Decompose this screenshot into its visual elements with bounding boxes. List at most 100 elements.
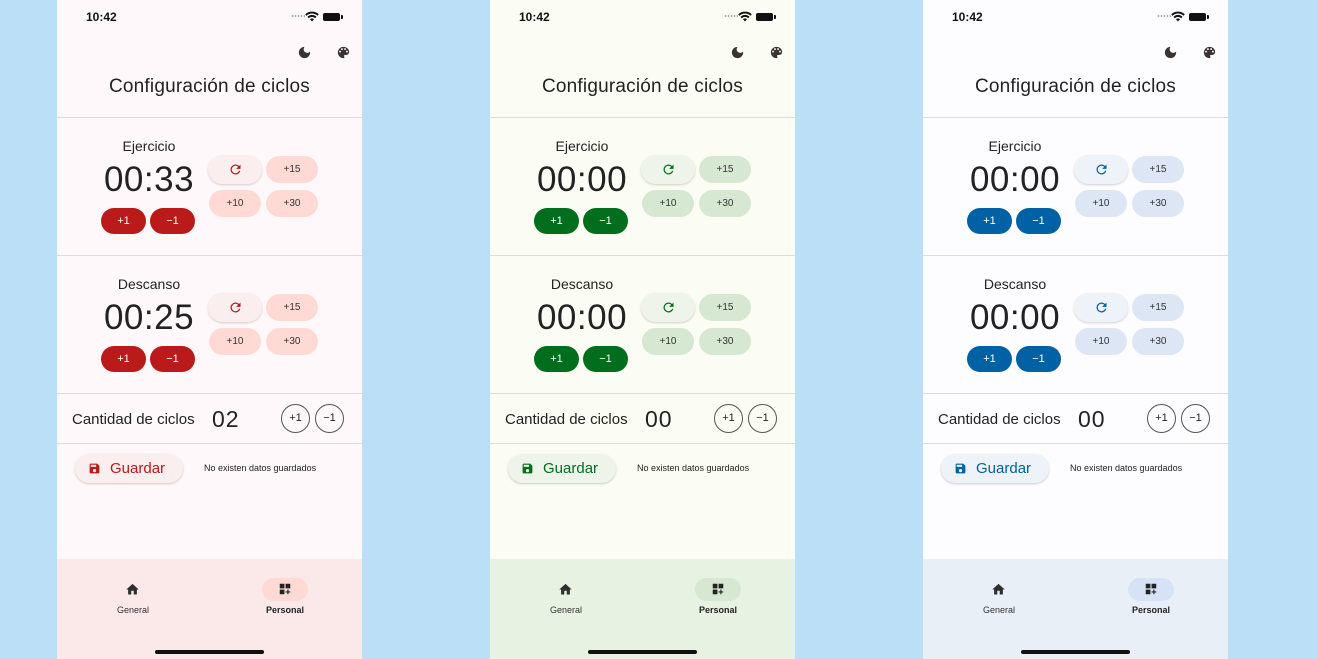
exercise-time: 00:00 — [969, 160, 1061, 199]
dashboard-customize-icon — [712, 583, 724, 595]
rest-plus-fifteen-button[interactable]: +15 — [699, 294, 751, 321]
cycles-minus-button[interactable]: −1 — [1181, 404, 1210, 433]
rest-minus-one-button[interactable]: −1 — [583, 346, 628, 372]
exercise-plus-ten-button[interactable]: +10 — [642, 190, 694, 217]
moon-icon[interactable] — [297, 45, 312, 60]
divider — [490, 443, 795, 444]
rest-plus-ten-button[interactable]: +10 — [642, 328, 694, 355]
rest-reset-button[interactable] — [208, 293, 262, 322]
save-status: No existen datos guardados — [637, 463, 750, 473]
exercise-plus-one-button[interactable]: +1 — [534, 208, 579, 234]
exercise-plus-thirty-button[interactable]: +30 — [699, 190, 751, 217]
home-icon — [559, 583, 572, 595]
exercise-plus-ten-button[interactable]: +10 — [209, 190, 261, 217]
exercise-label: Ejercicio — [988, 138, 1042, 154]
save-icon — [89, 463, 100, 474]
rest-timer: Descanso 00:25 +1 −1 +15 +10 +30 — [57, 256, 362, 393]
exercise-time: 00:00 — [536, 160, 628, 199]
bottom-navigation: General Personal — [490, 559, 795, 659]
exercise-plus-fifteen-button[interactable]: +15 — [266, 156, 318, 183]
rest-plus-ten-button[interactable]: +10 — [1075, 328, 1127, 355]
nav-general[interactable]: General — [974, 577, 1024, 617]
exercise-timer: Ejercicio 00:33 +1 −1 +15 +10 +30 — [57, 118, 362, 255]
wifi-icon — [738, 11, 752, 22]
exercise-plus-ten-button[interactable]: +10 — [1075, 190, 1127, 217]
nav-personal-label: Personal — [698, 605, 738, 615]
rest-plus-one-button[interactable]: +1 — [101, 346, 146, 372]
nav-personal-label: Personal — [1131, 605, 1171, 615]
exercise-plus-one-button[interactable]: +1 — [967, 208, 1012, 234]
cycles-plus-button[interactable]: +1 — [1147, 404, 1176, 433]
cycles-plus-button[interactable]: +1 — [714, 404, 743, 433]
rest-plus-fifteen-button[interactable]: +15 — [1132, 294, 1184, 321]
phone-screen-blue: 10:42 Configuración de ciclos Ejercicio … — [923, 0, 1228, 659]
status-time: 10:42 — [952, 10, 983, 24]
save-button[interactable]: Guardar — [941, 454, 1049, 483]
rest-time: 00:00 — [536, 298, 628, 337]
refresh-icon — [663, 302, 674, 313]
battery-icon — [1189, 13, 1209, 21]
nav-personal[interactable]: Personal — [683, 577, 753, 617]
moon-icon[interactable] — [1163, 45, 1178, 60]
cycles-row: Cantidad de ciclos 00 +1 −1 — [923, 394, 1228, 442]
exercise-timer: Ejercicio 00:00 +1 −1 +15 +10 +30 — [923, 118, 1228, 255]
palette-icon[interactable] — [1202, 45, 1217, 60]
cycles-row: Cantidad de ciclos 00 +1 −1 — [490, 394, 795, 442]
nav-general[interactable]: General — [541, 577, 591, 617]
rest-timer: Descanso 00:00 +1 −1 +15 +10 +30 — [923, 256, 1228, 393]
exercise-time: 00:33 — [103, 160, 195, 199]
cycles-row: Cantidad de ciclos 02 +1 −1 — [57, 394, 362, 442]
rest-plus-one-button[interactable]: +1 — [534, 346, 579, 372]
cycles-minus-button[interactable]: −1 — [748, 404, 777, 433]
exercise-plus-fifteen-button[interactable]: +15 — [1132, 156, 1184, 183]
exercise-plus-one-button[interactable]: +1 — [101, 208, 146, 234]
rest-plus-ten-button[interactable]: +10 — [209, 328, 261, 355]
rest-reset-button[interactable] — [641, 293, 695, 322]
save-icon — [522, 463, 533, 474]
status-bar: 10:42 — [490, 0, 795, 36]
home-indicator — [155, 650, 264, 654]
exercise-minus-one-button[interactable]: −1 — [150, 208, 195, 234]
rest-reset-button[interactable] — [1074, 293, 1128, 322]
exercise-reset-button[interactable] — [208, 155, 262, 184]
nav-general[interactable]: General — [108, 577, 158, 617]
rest-timer: Descanso 00:00 +1 −1 +15 +10 +30 — [490, 256, 795, 393]
rest-minus-one-button[interactable]: −1 — [1016, 346, 1061, 372]
rest-plus-thirty-button[interactable]: +30 — [699, 328, 751, 355]
wifi-icon — [1171, 11, 1185, 22]
rest-plus-fifteen-button[interactable]: +15 — [266, 294, 318, 321]
dashboard-customize-icon — [279, 583, 291, 595]
exercise-minus-one-button[interactable]: −1 — [583, 208, 628, 234]
rest-plus-thirty-button[interactable]: +30 — [266, 328, 318, 355]
rest-label: Descanso — [983, 276, 1047, 292]
palette-icon[interactable] — [769, 45, 784, 60]
cycles-plus-button[interactable]: +1 — [281, 404, 310, 433]
exercise-reset-button[interactable] — [1074, 155, 1128, 184]
rest-minus-one-button[interactable]: −1 — [150, 346, 195, 372]
exercise-plus-thirty-button[interactable]: +30 — [1132, 190, 1184, 217]
battery-icon — [323, 13, 343, 21]
cellular-signal-icon — [291, 15, 305, 17]
exercise-reset-button[interactable] — [641, 155, 695, 184]
exercise-minus-one-button[interactable]: −1 — [1016, 208, 1061, 234]
rest-plus-thirty-button[interactable]: +30 — [1132, 328, 1184, 355]
nav-general-label: General — [116, 605, 150, 615]
moon-icon[interactable] — [730, 45, 745, 60]
battery-icon — [756, 13, 776, 21]
nav-general-label: General — [982, 605, 1016, 615]
save-status: No existen datos guardados — [204, 463, 317, 473]
dashboard-customize-icon — [1145, 583, 1157, 595]
exercise-label: Ejercicio — [122, 138, 176, 154]
cycles-minus-button[interactable]: −1 — [315, 404, 344, 433]
palette-icon[interactable] — [336, 45, 351, 60]
save-button[interactable]: Guardar — [75, 454, 183, 483]
nav-personal[interactable]: Personal — [1116, 577, 1186, 617]
save-label: Guardar — [543, 460, 599, 477]
save-button[interactable]: Guardar — [508, 454, 616, 483]
exercise-plus-thirty-button[interactable]: +30 — [266, 190, 318, 217]
rest-plus-one-button[interactable]: +1 — [967, 346, 1012, 372]
cycles-label: Cantidad de ciclos — [938, 411, 1061, 428]
cycles-label: Cantidad de ciclos — [72, 411, 195, 428]
nav-personal[interactable]: Personal — [250, 577, 320, 617]
exercise-plus-fifteen-button[interactable]: +15 — [699, 156, 751, 183]
